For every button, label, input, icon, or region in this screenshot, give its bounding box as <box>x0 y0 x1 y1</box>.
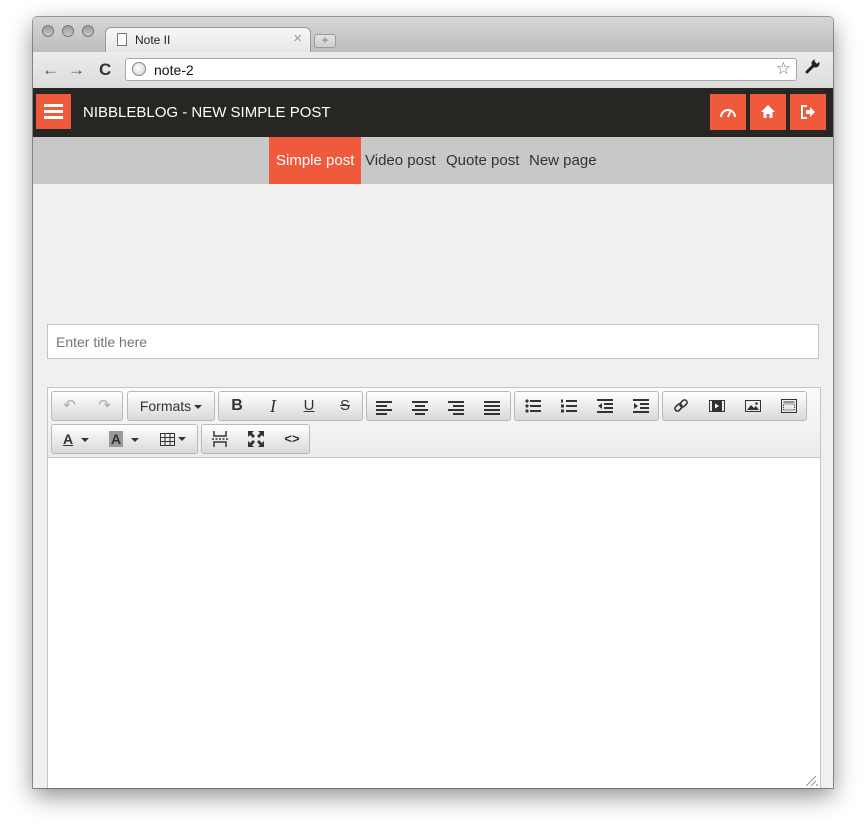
chevron-down-icon <box>194 405 203 410</box>
fullscreen-icon <box>248 431 264 447</box>
browser-window: Note II × + ← → C note-2 ☆ NIBBLEBLOG - … <box>33 17 833 788</box>
tab-video-post[interactable]: Video post <box>365 137 436 184</box>
new-tab-button[interactable]: + <box>314 34 336 48</box>
redo-button[interactable]: ↷ <box>87 392 122 420</box>
indent-icon <box>633 399 649 413</box>
tab-strip: Note II × + <box>33 17 833 53</box>
zoom-window-button[interactable] <box>82 25 94 37</box>
globe-icon <box>132 62 146 76</box>
align-center-button[interactable] <box>412 392 430 420</box>
rich-text-editor: ↶ ↷ Formats B I U S A A <> <box>47 387 821 788</box>
back-button[interactable]: ← <box>42 60 59 80</box>
tab-quote-post[interactable]: Quote post <box>446 137 519 184</box>
indent-button[interactable] <box>623 392 659 420</box>
home-icon <box>761 105 775 118</box>
background-color-button[interactable]: A <box>100 425 148 453</box>
insert-group <box>662 391 807 421</box>
tab-close-icon[interactable]: × <box>293 30 302 47</box>
editor-toolbar: ↶ ↷ Formats B I U S A A <> <box>48 388 820 458</box>
table-icon <box>160 432 175 446</box>
insert-video-button[interactable] <box>699 392 735 420</box>
image-icon <box>745 400 761 412</box>
numbered-list-icon <box>561 399 577 413</box>
forward-button[interactable]: → <box>68 60 85 80</box>
title-input[interactable] <box>47 324 819 359</box>
source-code-button[interactable]: <> <box>274 425 310 453</box>
tab-new-page[interactable]: New page <box>529 137 597 184</box>
align-right-icon <box>448 392 466 415</box>
page-title: NIBBLEBLOG - NEW SIMPLE POST <box>83 104 331 121</box>
reload-button[interactable]: C <box>99 60 111 80</box>
formats-group: Formats <box>127 391 215 421</box>
wrench-menu-icon[interactable] <box>805 58 821 79</box>
list-indent-group <box>514 391 659 421</box>
hamburger-menu-button[interactable] <box>36 94 71 129</box>
page-break-button[interactable] <box>202 425 238 453</box>
chevron-down-icon[interactable] <box>81 438 90 443</box>
app-header: NIBBLEBLOG - NEW SIMPLE POST <box>33 88 833 137</box>
align-left-button[interactable] <box>376 392 394 420</box>
close-window-button[interactable] <box>42 25 54 37</box>
logout-button[interactable] <box>790 94 826 130</box>
text-color-button[interactable]: A <box>52 425 100 453</box>
background-color-icon: A <box>108 431 124 447</box>
chevron-down-icon[interactable] <box>131 438 140 443</box>
url-text[interactable]: note-2 <box>154 62 194 78</box>
dashboard-icon <box>720 109 736 118</box>
text-color-icon: A <box>62 431 74 447</box>
color-table-group: A A <box>51 424 198 454</box>
history-group: ↶ ↷ <box>51 391 123 421</box>
browser-tab[interactable]: Note II × <box>105 27 311 53</box>
align-justify-icon <box>484 392 502 415</box>
alignment-group <box>366 391 511 421</box>
resize-handle-icon[interactable] <box>806 776 818 786</box>
bullet-list-icon <box>525 399 541 413</box>
text-style-group: B I U S <box>218 391 363 421</box>
address-bar[interactable]: note-2 ☆ <box>125 58 797 81</box>
chevron-down-icon <box>178 437 186 442</box>
bold-button[interactable]: B <box>219 392 255 420</box>
bookmark-star-icon[interactable]: ☆ <box>776 59 791 79</box>
align-justify-button[interactable] <box>484 392 502 420</box>
italic-button[interactable]: I <box>255 392 291 420</box>
undo-button[interactable]: ↶ <box>52 392 87 420</box>
logout-icon <box>801 105 815 119</box>
insert-image-button[interactable] <box>735 392 771 420</box>
insert-media-button[interactable] <box>771 392 807 420</box>
outdent-icon <box>597 399 613 413</box>
view-group: <> <box>201 424 310 454</box>
media-icon <box>781 399 797 413</box>
align-center-icon <box>412 392 430 415</box>
link-icon <box>674 399 688 412</box>
page-break-icon <box>212 431 228 447</box>
align-right-button[interactable] <box>448 392 466 420</box>
table-button[interactable] <box>150 425 196 453</box>
numbered-list-button[interactable] <box>551 392 587 420</box>
page-icon <box>117 33 127 46</box>
post-type-nav: Simple post Video post Quote post New pa… <box>33 137 833 184</box>
tab-title: Note II <box>135 33 171 47</box>
home-button[interactable] <box>750 94 786 130</box>
align-left-icon <box>376 392 394 415</box>
insert-link-button[interactable] <box>663 392 699 420</box>
fullscreen-button[interactable] <box>238 425 274 453</box>
editor-content-area[interactable] <box>48 458 820 788</box>
dashboard-button[interactable] <box>710 94 746 130</box>
bullet-list-button[interactable] <box>515 392 551 420</box>
formats-dropdown[interactable]: Formats <box>128 392 214 420</box>
tab-simple-post[interactable]: Simple post <box>269 137 362 184</box>
underline-button[interactable]: U <box>291 392 327 420</box>
browser-toolbar: ← → C note-2 ☆ <box>33 52 833 89</box>
video-icon <box>709 400 725 412</box>
strikethrough-button[interactable]: S <box>327 392 363 420</box>
formats-label: Formats <box>139 398 192 414</box>
minimize-window-button[interactable] <box>62 25 74 37</box>
outdent-button[interactable] <box>587 392 623 420</box>
